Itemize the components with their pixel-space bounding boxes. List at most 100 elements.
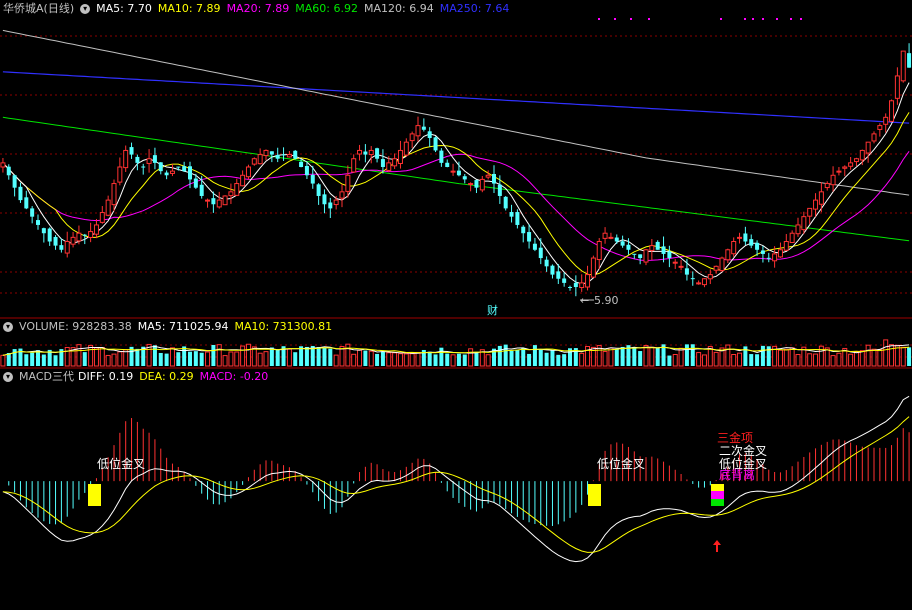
macd-toggle-icon[interactable]: ▾	[3, 372, 13, 382]
volume-bar-80	[468, 348, 474, 367]
candle-body-147	[859, 149, 865, 161]
candle-body-131	[766, 257, 771, 259]
volume-bar-136	[795, 354, 801, 367]
ma5-label: MA5: 7.70	[96, 2, 152, 15]
candle-body-128	[749, 239, 754, 246]
candle-body-119	[696, 282, 702, 285]
finance-marker: 财	[487, 303, 498, 317]
candle-body-113	[661, 246, 666, 254]
candle-body-24	[141, 166, 146, 168]
top-signal-dot-6	[752, 18, 754, 20]
volume-bar-41	[240, 345, 246, 367]
candle-body-54	[316, 184, 321, 196]
candle-body-43	[251, 158, 257, 165]
settings-toggle-icon[interactable]: ▾	[80, 4, 91, 14]
volume-bar-21	[123, 349, 129, 367]
chart-stage: ← 5.90 财低位金叉 低位金叉 三金项 二次金叉 低位金叉 底背离 华侨城A(日线) ▾ MA…	[0, 0, 912, 610]
macd-title: MACD三代	[19, 370, 74, 383]
top-signal-dot-3	[648, 18, 650, 20]
macd-value-label: MACD: -0.20	[199, 370, 269, 383]
candle-body-81	[474, 180, 479, 188]
top-signal-dot-7	[762, 18, 764, 20]
volume-bar-117	[684, 344, 689, 366]
top-signal-dot-4	[720, 18, 722, 20]
candle-body-154	[900, 50, 906, 82]
candle-body-50	[293, 150, 298, 159]
volume-bar-51	[299, 346, 304, 366]
candle-body-106	[620, 241, 625, 246]
volume-bar-149	[871, 348, 877, 367]
candle-body-44	[257, 154, 263, 165]
volume-label: VOLUME: 928283.38	[19, 320, 132, 333]
ma120-line	[2, 29, 910, 196]
volume-bar-119	[696, 352, 702, 367]
candle-body-67	[392, 158, 398, 167]
candle-body-56	[328, 202, 333, 209]
candle-body-16	[93, 224, 99, 235]
candle-body-63	[368, 149, 374, 156]
signal-box-1	[588, 484, 601, 506]
candle-body-17	[99, 212, 105, 223]
top-signal-dot-5	[744, 18, 746, 20]
candle-body-68	[397, 149, 403, 164]
candle-body-79	[462, 176, 467, 180]
candle-body-104	[608, 236, 614, 239]
volume-bar-13	[76, 344, 82, 367]
candle-body-122	[713, 265, 719, 271]
candle-body-93	[544, 259, 549, 267]
candle-body-5	[30, 208, 35, 217]
candle-body-88	[515, 212, 520, 225]
candle-body-117	[684, 268, 689, 275]
volume-bar-139	[813, 353, 819, 367]
main-header: 华侨城A(日线) ▾ MA5: 7.70 MA10: 7.89 MA20: 7.89 MA…	[0, 1, 912, 17]
volume-bar-14	[82, 352, 87, 366]
volume-bar-125	[731, 354, 737, 367]
low-marker-text: ←	[580, 294, 589, 307]
volume-bar-52	[304, 346, 309, 366]
candle-body-66	[386, 162, 392, 171]
volume-bar-9	[53, 355, 58, 366]
stock-name[interactable]: 华侨城A	[3, 2, 44, 15]
candle-body-15	[88, 231, 94, 238]
candle-body-121	[707, 274, 713, 280]
candle-body-21	[123, 149, 129, 169]
candle-body-86	[503, 196, 508, 209]
candle-body-36	[211, 198, 216, 205]
candle-body-58	[339, 191, 345, 199]
candle-body-74	[433, 137, 438, 151]
candle-body-87	[509, 212, 514, 217]
candle-body-103	[602, 232, 608, 239]
volume-bar-19	[111, 353, 117, 367]
macd-annotation-0: 低位金叉	[97, 456, 145, 471]
candle-body-139	[813, 199, 819, 210]
volume-bar-17	[99, 346, 105, 367]
top-signal-dot-2	[630, 18, 632, 20]
candle-body-8	[47, 228, 52, 242]
volume-bar-143	[836, 352, 842, 367]
top-signal-dot-1	[614, 18, 616, 20]
volume-bar-67	[392, 352, 398, 367]
volume-bar-148	[865, 344, 871, 367]
signal-box-2c	[711, 499, 724, 506]
candle-body-64	[375, 148, 380, 159]
candle-body-73	[427, 131, 432, 139]
candle-body-149	[871, 133, 877, 142]
candle-body-124	[725, 249, 731, 261]
volume-bar-151	[883, 339, 889, 367]
candle-body-38	[222, 195, 228, 206]
ma20-line	[2, 151, 910, 262]
volume-bar-105	[614, 348, 619, 366]
candle-body-105	[614, 237, 619, 242]
candle-body-145	[848, 162, 854, 167]
candle-body-123	[719, 257, 725, 271]
candle-body-55	[322, 194, 327, 205]
kline-chart[interactable]: ← 5.90财低位金叉 低位金叉三金项二次金叉低位金叉底背离	[0, 0, 912, 610]
volume-toggle-icon[interactable]: ▾	[3, 322, 13, 332]
volume-bar-146	[853, 351, 859, 367]
volume-bar-152	[889, 344, 895, 367]
macd-annotation-3: 二次金叉	[719, 443, 767, 458]
macd-annotation-1: 低位金叉	[597, 456, 645, 471]
volume-bar-135	[789, 347, 795, 367]
candle-body-107	[626, 244, 631, 250]
volume-bar-87	[509, 350, 514, 366]
